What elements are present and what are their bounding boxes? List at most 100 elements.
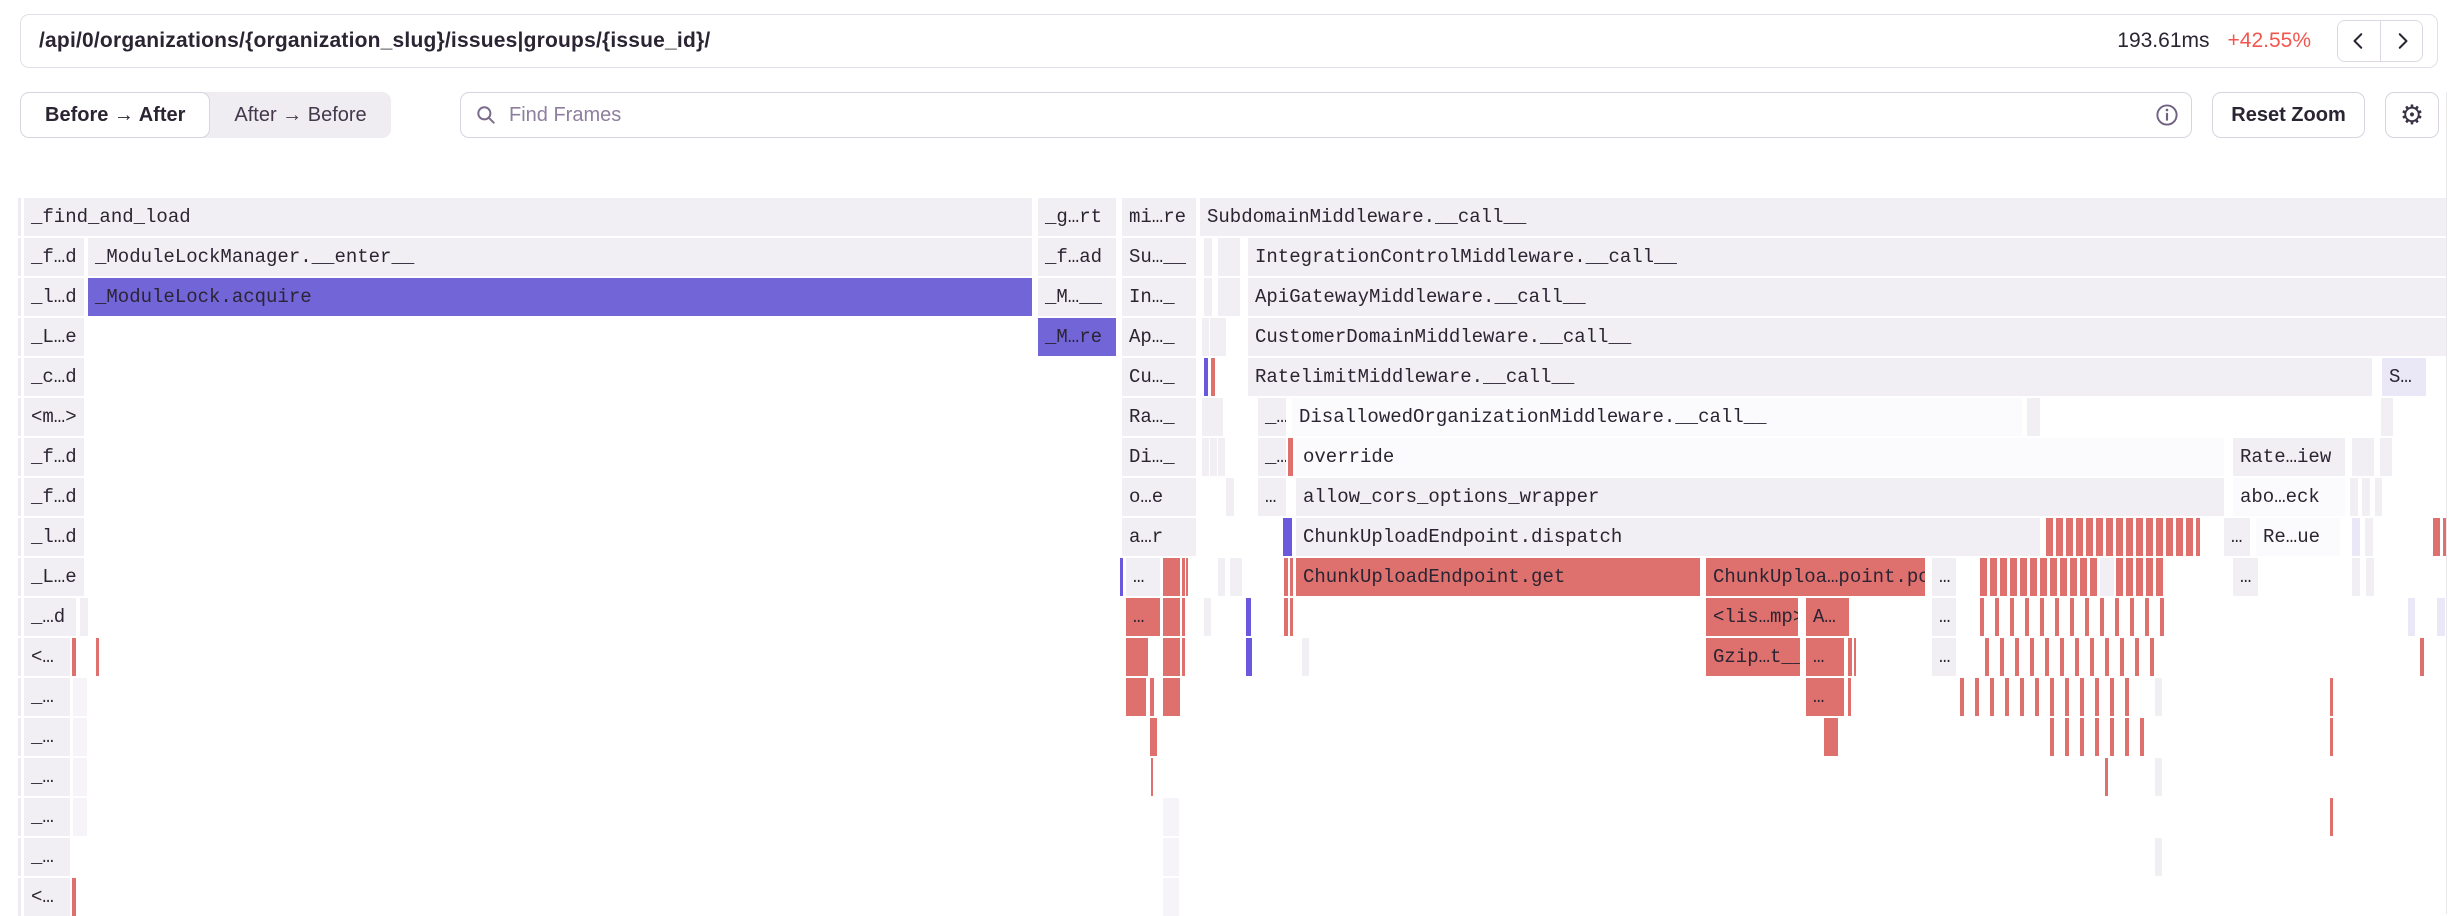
flame-frame[interactable]: Su…__: [1122, 238, 1196, 276]
flame-frame-bar[interactable]: [1302, 638, 1309, 676]
flame-frame-bar[interactable]: [1218, 278, 1240, 316]
flame-frame-bar[interactable]: [1150, 718, 1157, 756]
prev-button[interactable]: [2338, 21, 2380, 61]
flame-frame[interactable]: a…r: [1122, 518, 1196, 556]
flame-frame[interactable]: SubdomainMiddleware.__call__: [1200, 198, 2446, 236]
flame-frame-bar[interactable]: [1209, 398, 1216, 436]
flame-frame-bar[interactable]: [80, 598, 88, 636]
toggle-before-after[interactable]: Before → After: [20, 92, 210, 138]
flame-frame-bar[interactable]: [2155, 758, 2162, 796]
flame-frame-bar[interactable]: [1163, 638, 1180, 676]
flame-frame-bar[interactable]: [2408, 598, 2415, 636]
flame-frame-bar[interactable]: [1202, 318, 1209, 356]
flame-frame[interactable]: _…d: [24, 598, 76, 636]
flame-frame-bar[interactable]: [1182, 558, 1185, 596]
flame-frame-bar[interactable]: [1151, 758, 1153, 796]
flame-frame[interactable]: ApiGatewayMiddleware.__call__: [1248, 278, 2446, 316]
flame-frame[interactable]: Cu…_: [1122, 358, 1196, 396]
flame-frame-bar[interactable]: [18, 398, 21, 436]
flame-frame-bar[interactable]: [2330, 678, 2333, 716]
flame-frame[interactable]: <lis…mp>: [1706, 598, 1798, 636]
flame-frame[interactable]: _…: [24, 838, 70, 876]
flame-frame-bar[interactable]: [2027, 398, 2040, 436]
flame-frame-bar[interactable]: [1284, 598, 1288, 636]
flame-frame[interactable]: mi…re: [1122, 198, 1196, 236]
flame-frame-bar[interactable]: [1204, 358, 1208, 396]
flame-frame[interactable]: _…: [1258, 438, 1286, 476]
flame-frame-bar[interactable]: [1163, 838, 1179, 876]
flame-frame-bar[interactable]: [1218, 558, 1225, 596]
flame-frame[interactable]: _ModuleLockManager.__enter__: [88, 238, 1032, 276]
info-icon[interactable]: [2155, 103, 2179, 127]
flame-frame-bar[interactable]: [1211, 358, 1215, 396]
settings-gear-button[interactable]: ⚙: [2385, 92, 2439, 138]
flame-frame-bar[interactable]: [1848, 678, 1851, 716]
flame-frame-bar[interactable]: [1120, 558, 1123, 596]
flame-frame[interactable]: _g…rt: [1038, 198, 1116, 236]
flamegraph-canvas[interactable]: _find_and_load_g…rtmi…reSubdomainMiddlew…: [0, 198, 2458, 914]
flame-frame[interactable]: ChunkUploa…point.post: [1706, 558, 1925, 596]
flame-frame-bar[interactable]: [1126, 678, 1146, 716]
flame-frame-bar[interactable]: [1150, 678, 1154, 716]
flame-frame-bar[interactable]: [1246, 598, 1251, 636]
flame-frame[interactable]: _…: [24, 758, 70, 796]
flame-frame-bar[interactable]: [73, 718, 87, 756]
flame-frame-bar[interactable]: [18, 798, 21, 836]
flame-frame-bar[interactable]: [1283, 518, 1292, 556]
flame-frame[interactable]: S…: [2382, 358, 2426, 396]
flame-frame-bar[interactable]: [18, 598, 21, 636]
flame-frame-bar[interactable]: [1126, 638, 1148, 676]
flame-frame-bar[interactable]: [1204, 278, 1212, 316]
flame-frame-bar[interactable]: [2050, 718, 2150, 756]
flame-frame-bar[interactable]: [72, 878, 76, 916]
flame-frame-bar[interactable]: [1182, 638, 1185, 676]
flame-frame-bar[interactable]: [2433, 518, 2446, 556]
flame-frame-bar[interactable]: [2420, 638, 2424, 676]
flame-frame[interactable]: DisallowedOrganizationMiddleware.__call_…: [1292, 398, 2022, 436]
flame-frame-bar[interactable]: [18, 438, 21, 476]
flame-frame[interactable]: _l…d: [24, 278, 84, 316]
flame-frame-bar[interactable]: [18, 278, 21, 316]
flame-frame[interactable]: _f…d: [24, 438, 84, 476]
flame-frame[interactable]: Di…_: [1122, 438, 1196, 476]
flame-frame[interactable]: …: [2233, 558, 2258, 596]
flame-frame-bar[interactable]: [72, 638, 76, 676]
flame-frame[interactable]: IntegrationControlMiddleware.__call__: [1248, 238, 2446, 276]
flame-frame[interactable]: _c…d: [24, 358, 84, 396]
next-button[interactable]: [2380, 21, 2422, 61]
flame-frame-bar[interactable]: [1202, 398, 1209, 436]
flame-frame-bar[interactable]: [2380, 438, 2392, 476]
flame-frame-bar[interactable]: [2352, 518, 2360, 556]
flame-frame[interactable]: Gzip…t__: [1706, 638, 1800, 676]
flame-frame-bar[interactable]: [1210, 318, 1226, 356]
flame-frame-bar[interactable]: [1182, 598, 1185, 636]
flame-frame[interactable]: …: [1806, 638, 1844, 676]
flame-frame-bar[interactable]: [1824, 718, 1838, 756]
flame-frame-bar[interactable]: [1960, 678, 2130, 716]
flame-frame-bar[interactable]: [2362, 478, 2370, 516]
flame-frame[interactable]: o…e: [1122, 478, 1196, 516]
flame-frame[interactable]: RatelimitMiddleware.__call__: [1248, 358, 2372, 396]
flame-frame[interactable]: …: [1932, 598, 1956, 636]
flame-frame-bar[interactable]: [2381, 398, 2393, 436]
flame-frame-bar[interactable]: [2100, 558, 2114, 596]
flame-frame-bar[interactable]: [18, 678, 21, 716]
flame-frame[interactable]: …: [2224, 518, 2250, 556]
flame-frame-bar[interactable]: [2352, 438, 2374, 476]
flame-frame-bar[interactable]: [96, 638, 99, 676]
flame-frame-bar[interactable]: [2155, 838, 2162, 876]
flame-frame[interactable]: …: [1932, 638, 1956, 676]
flame-frame-bar[interactable]: [2046, 518, 2200, 556]
flame-frame-bar[interactable]: [18, 878, 21, 916]
flame-frame-bar[interactable]: [1218, 238, 1240, 276]
flame-frame-bar[interactable]: [73, 678, 87, 716]
flame-frame-bar[interactable]: [1163, 678, 1180, 716]
flame-frame[interactable]: Rate…iew: [2233, 438, 2345, 476]
flame-frame[interactable]: _ModuleLock.acquire: [88, 278, 1032, 316]
flame-frame-bar[interactable]: [1226, 478, 1234, 516]
flame-frame-bar[interactable]: [18, 358, 21, 396]
flame-frame[interactable]: …: [1126, 598, 1160, 636]
flame-frame[interactable]: Ra…_: [1122, 398, 1196, 436]
flame-frame-bar[interactable]: [18, 758, 21, 796]
flame-frame-bar[interactable]: [1202, 438, 1209, 476]
